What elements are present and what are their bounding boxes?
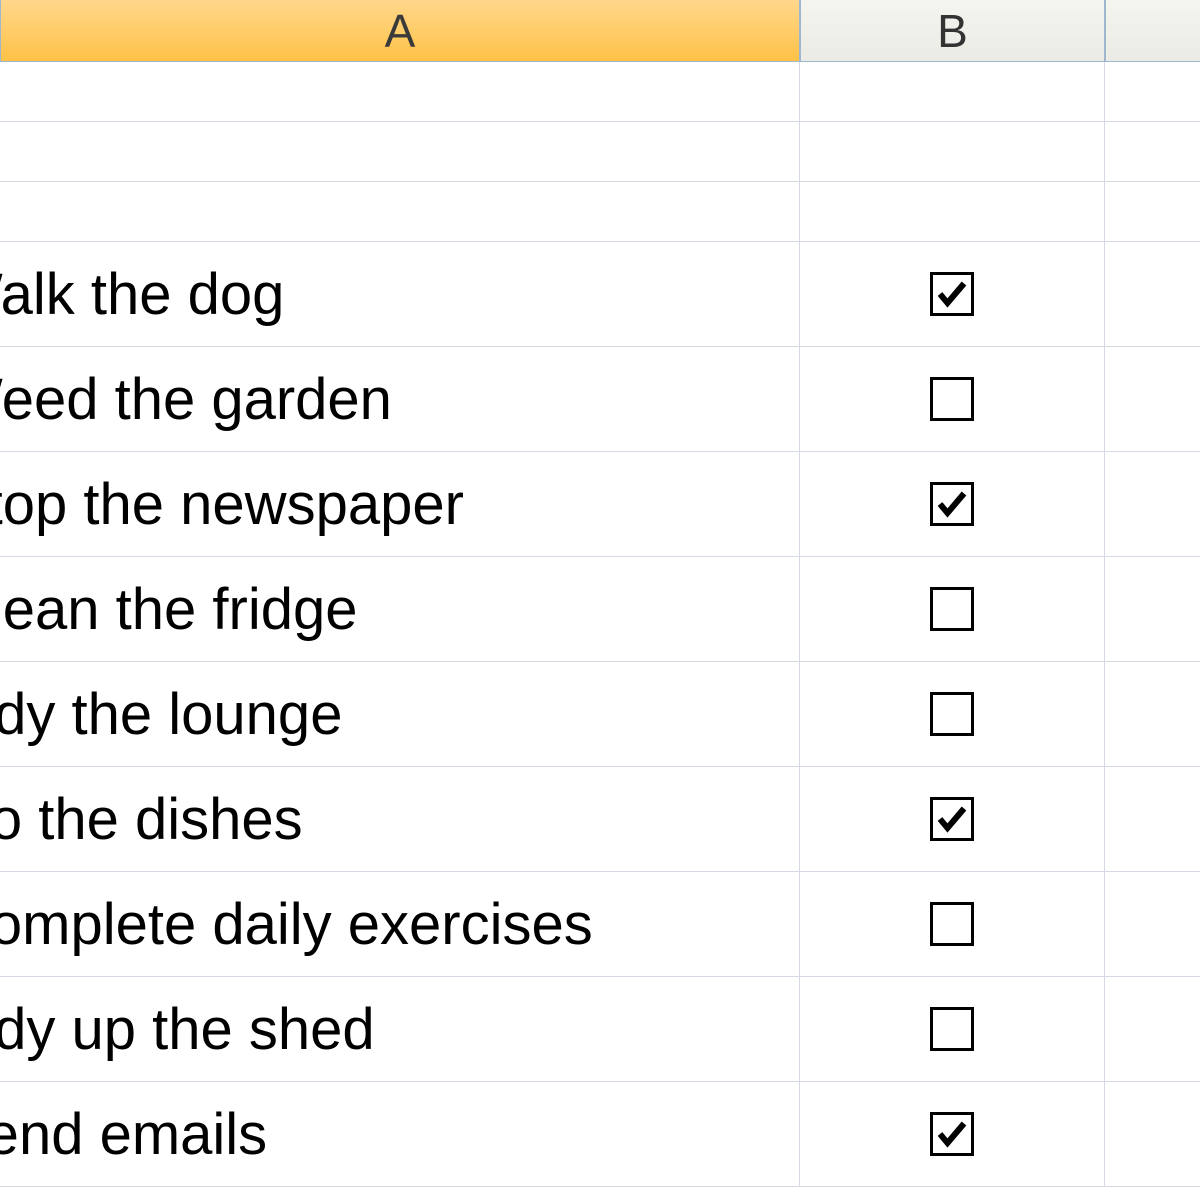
check-icon (934, 276, 970, 312)
cell-c2[interactable] (1105, 122, 1200, 182)
cell-c[interactable] (1105, 347, 1200, 452)
cell-a3[interactable] (0, 182, 800, 242)
checkbox[interactable] (930, 902, 974, 946)
checkbox-cell[interactable] (800, 767, 1105, 872)
checkbox[interactable] (930, 1112, 974, 1156)
cell-c1[interactable] (1105, 62, 1200, 122)
spreadsheet: A B Walk the dog Weed the garden (0, 0, 1200, 1200)
cell-c[interactable] (1105, 767, 1200, 872)
table-row: Tidy up the shed (0, 977, 1200, 1082)
task-cell[interactable]: Tidy the lounge (0, 662, 800, 767)
empty-row-3 (0, 182, 1200, 242)
check-icon (934, 1116, 970, 1152)
cell-c3[interactable] (1105, 182, 1200, 242)
checkbox[interactable] (930, 797, 974, 841)
check-icon (934, 801, 970, 837)
cell-b1[interactable] (800, 62, 1105, 122)
table-row: Stop the newspaper (0, 452, 1200, 557)
task-cell[interactable]: Send emails (0, 1082, 800, 1187)
checkbox-cell[interactable] (800, 977, 1105, 1082)
cell-c[interactable] (1105, 872, 1200, 977)
column-header-b[interactable]: B (800, 0, 1105, 62)
task-cell[interactable]: Stop the newspaper (0, 452, 800, 557)
column-header-a[interactable]: A (0, 0, 800, 62)
cell-c[interactable] (1105, 452, 1200, 557)
checkbox-cell[interactable] (800, 557, 1105, 662)
checkbox[interactable] (930, 482, 974, 526)
checkbox[interactable] (930, 587, 974, 631)
empty-row-2 (0, 122, 1200, 182)
cell-a1[interactable] (0, 62, 800, 122)
task-cell[interactable]: Do the dishes (0, 767, 800, 872)
task-cell[interactable]: Complete daily exercises (0, 872, 800, 977)
table-row: Weed the garden (0, 347, 1200, 452)
task-cell[interactable]: Clean the fridge (0, 557, 800, 662)
cell-c[interactable] (1105, 557, 1200, 662)
checkbox-cell[interactable] (800, 872, 1105, 977)
cell-c[interactable] (1105, 1082, 1200, 1187)
cell-c[interactable] (1105, 977, 1200, 1082)
column-header-c[interactable] (1105, 0, 1200, 62)
table-row: Walk the dog (0, 242, 1200, 347)
checkbox-cell[interactable] (800, 452, 1105, 557)
task-cell[interactable]: Tidy up the shed (0, 977, 800, 1082)
cell-c[interactable] (1105, 242, 1200, 347)
task-cell[interactable]: Walk the dog (0, 242, 800, 347)
cell-b2[interactable] (800, 122, 1105, 182)
checkbox-cell[interactable] (800, 662, 1105, 767)
empty-row-1 (0, 62, 1200, 122)
task-cell[interactable]: Weed the garden (0, 347, 800, 452)
column-headers-row: A B (0, 0, 1200, 62)
checkbox[interactable] (930, 692, 974, 736)
cell-a2[interactable] (0, 122, 800, 182)
table-row: Send emails (0, 1082, 1200, 1187)
table-row: Complete daily exercises (0, 872, 1200, 977)
check-icon (934, 486, 970, 522)
cell-b3[interactable] (800, 182, 1105, 242)
checkbox[interactable] (930, 272, 974, 316)
checkbox-cell[interactable] (800, 1082, 1105, 1187)
cell-c[interactable] (1105, 662, 1200, 767)
checkbox[interactable] (930, 377, 974, 421)
table-row: Clean the fridge (0, 557, 1200, 662)
table-row: Do the dishes (0, 767, 1200, 872)
checkbox[interactable] (930, 1007, 974, 1051)
checkbox-cell[interactable] (800, 347, 1105, 452)
checkbox-cell[interactable] (800, 242, 1105, 347)
table-row: Tidy the lounge (0, 662, 1200, 767)
